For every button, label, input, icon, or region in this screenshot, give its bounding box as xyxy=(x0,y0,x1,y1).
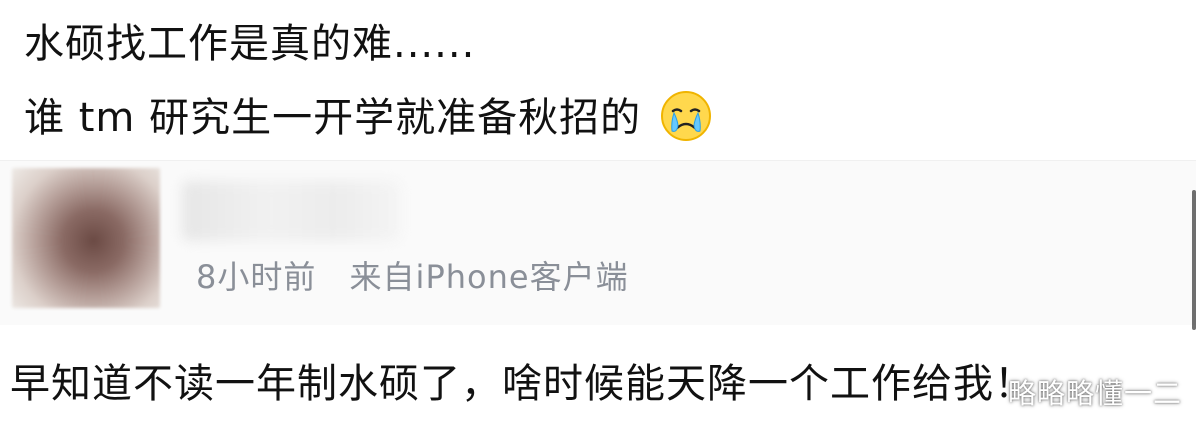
post-meta: 8小时前 来自iPhone客户端 xyxy=(196,252,629,298)
scrollbar[interactable] xyxy=(1192,190,1196,330)
post-time: 8小时前 xyxy=(196,258,317,296)
post-text-line-2-text: 谁 tm 研究生一开学就准备秋招的 xyxy=(24,95,642,141)
watermark: 略略略懂一二 xyxy=(1007,377,1182,410)
post-text-line-1: 水硕找工作是真的难...... xyxy=(24,21,476,67)
post-source: 来自iPhone客户端 xyxy=(349,258,629,296)
repost-card xyxy=(0,161,1196,325)
post-text-line-2: 谁 tm 研究生一开学就准备秋招的 xyxy=(24,91,713,147)
username-redacted[interactable] xyxy=(182,181,400,241)
screenshot-canvas: 水硕找工作是真的难...... 谁 tm 研究生一开学就准备秋招的 8小时前 来… xyxy=(0,0,1196,430)
crying-face-emoji-icon xyxy=(659,89,713,143)
comment-text: 早知道不读一年制水硕了，啥时候能天降一个工作给我！ xyxy=(10,361,1035,407)
avatar[interactable] xyxy=(12,168,160,308)
